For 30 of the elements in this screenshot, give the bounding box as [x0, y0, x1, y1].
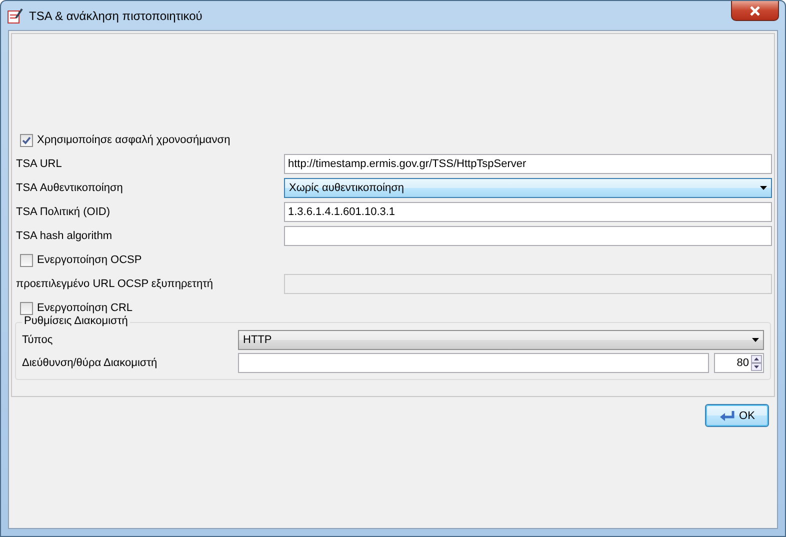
field-label: Διεύθυνση/θύρα Διακομιστή	[22, 357, 158, 369]
window-title: TSA & ανάκληση πιστοποιητικού	[29, 8, 202, 22]
close-icon	[749, 6, 761, 16]
caret-icon	[752, 338, 759, 342]
checkbox-label: Χρησιμοποίησε ασφαλή χρονοσήμανση	[37, 134, 230, 146]
ok-button[interactable]: OK	[705, 404, 769, 427]
caret-icon	[760, 186, 767, 190]
checkbox[interactable]	[20, 302, 33, 314]
input-field[interactable]: 1.3.6.1.4.1.601.10.3.1	[284, 202, 772, 222]
checkbox-label: Ενεργοποίηση OCSP	[37, 254, 142, 266]
dropdown[interactable]: Χωρίς αυθεντικοποίηση	[284, 178, 772, 198]
checkbox[interactable]	[20, 134, 33, 146]
group-title: Ρυθμίσεις Διακομιστή	[22, 315, 130, 327]
checkbox-label: Ενεργοποίηση CRL	[37, 302, 133, 314]
spinner-arrows-icon	[751, 355, 762, 371]
field-label: Τύπος	[22, 334, 54, 346]
dropdown[interactable]: HTTP	[238, 330, 764, 350]
field-label: προεπιλεγμένο URL OCSP εξυπηρετητή	[16, 278, 214, 290]
certificate-icon	[7, 8, 23, 24]
field-label: TSA hash algorithm	[16, 230, 113, 242]
field-label: TSA Πολιτική (OID)	[16, 206, 111, 218]
input-field[interactable]	[238, 353, 709, 373]
checkbox[interactable]	[20, 254, 33, 266]
field-label: TSA URL	[16, 158, 63, 170]
input-field[interactable]	[284, 226, 772, 246]
input-field[interactable]: http://timestamp.ermis.gov.gr/TSS/HttpTspServer	[284, 154, 772, 174]
return-arrow-icon	[719, 408, 736, 422]
port-spinner[interactable]: 80	[714, 353, 764, 373]
close-button[interactable]	[731, 1, 779, 21]
field-label: TSA Αυθεντικοποίηση	[16, 182, 124, 194]
